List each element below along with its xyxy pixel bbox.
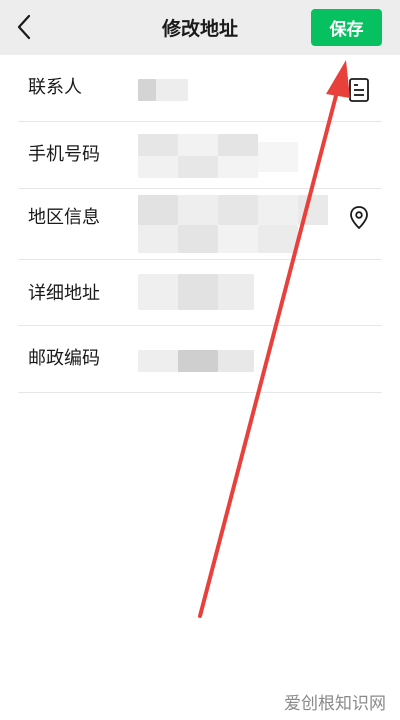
detail-address-label: 详细地址 <box>28 283 100 304</box>
blurred-text <box>178 350 218 372</box>
blurred-text <box>138 134 178 156</box>
blurred-text <box>218 274 254 310</box>
blurred-text <box>178 134 218 156</box>
blurred-text <box>218 195 258 225</box>
phone-row: 手机号码 <box>18 122 382 189</box>
navigation-bar: 修改地址 保存 <box>0 0 400 55</box>
blurred-text <box>178 274 218 310</box>
blurred-text <box>258 195 298 225</box>
region-field[interactable] <box>138 189 328 259</box>
blurred-text <box>156 79 188 101</box>
blurred-text <box>178 156 218 178</box>
region-label: 地区信息 <box>28 207 100 228</box>
contact-name-label: 联系人 <box>28 77 82 98</box>
detail-address-field[interactable] <box>138 260 322 325</box>
location-pin-icon <box>350 206 368 230</box>
blurred-text <box>178 195 218 225</box>
chevron-left-icon <box>17 14 31 40</box>
blurred-text <box>218 134 258 156</box>
save-button[interactable]: 保存 <box>311 9 382 46</box>
contact-name-field[interactable] <box>138 55 322 121</box>
locate-button[interactable] <box>348 205 370 235</box>
blurred-text <box>138 195 178 225</box>
contact-book-button[interactable] <box>348 77 370 107</box>
contact-name-row: 联系人 <box>18 55 382 122</box>
postal-code-row: 邮政编码 <box>18 326 382 393</box>
blurred-text <box>258 142 298 172</box>
postal-code-field[interactable] <box>138 326 322 392</box>
blurred-text <box>138 156 178 178</box>
phone-field[interactable] <box>138 122 322 188</box>
region-row: 地区信息 <box>18 189 382 260</box>
watermark-text: 爱创根知识网 <box>284 694 386 714</box>
blurred-text <box>178 225 218 253</box>
postal-code-label: 邮政编码 <box>28 348 100 369</box>
blurred-text <box>258 225 298 253</box>
contact-card-icon <box>349 78 369 102</box>
blurred-text <box>138 79 156 101</box>
blurred-text <box>298 195 328 225</box>
blurred-text <box>138 274 178 310</box>
blurred-text <box>218 225 258 253</box>
blurred-text <box>218 350 254 372</box>
phone-label: 手机号码 <box>28 144 100 165</box>
blurred-text <box>138 225 178 253</box>
blurred-text <box>218 156 258 178</box>
back-button[interactable] <box>10 12 38 42</box>
blurred-text <box>138 350 178 372</box>
detail-address-row: 详细地址 <box>18 260 382 326</box>
